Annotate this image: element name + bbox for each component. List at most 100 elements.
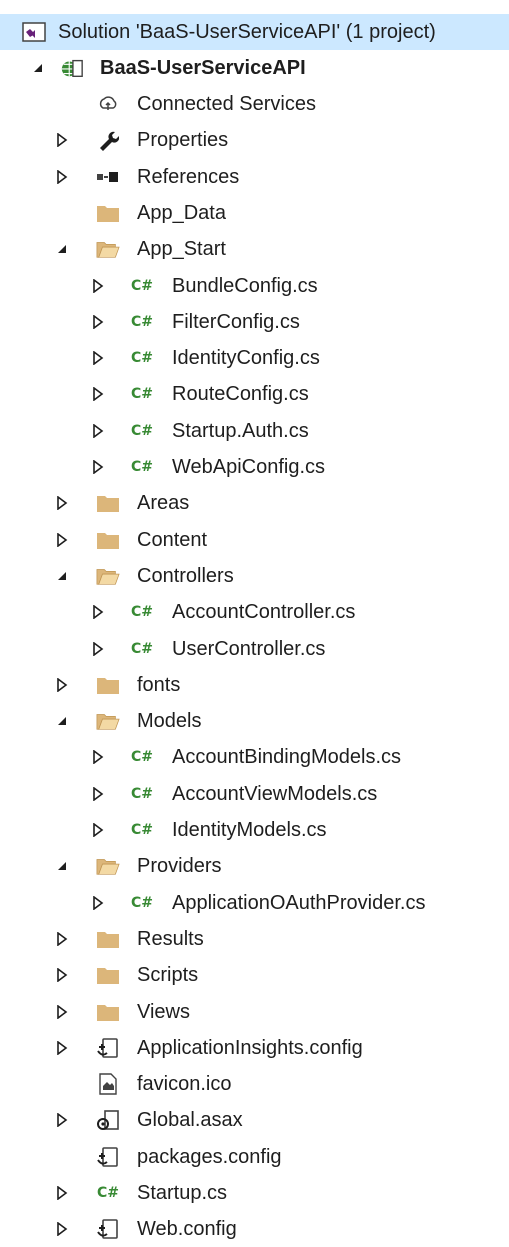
- collapsed-arrow-icon[interactable]: [52, 1030, 72, 1066]
- tree-item[interactable]: C# AccountController.cs: [0, 594, 509, 630]
- tree-item[interactable]: Views: [0, 994, 509, 1030]
- csharp-icon: C#: [130, 277, 153, 294]
- collapsed-arrow-icon[interactable]: [52, 122, 72, 158]
- expanded-arrow-icon[interactable]: [52, 558, 72, 594]
- folder-icon: [96, 928, 120, 950]
- folder-icon: [96, 964, 120, 986]
- csharp-icon: C#: [130, 422, 153, 439]
- tree-item[interactable]: C# IdentityConfig.cs: [0, 340, 509, 376]
- expanded-arrow-icon[interactable]: [52, 231, 72, 267]
- tree-item[interactable]: C# IdentityModels.cs: [0, 812, 509, 848]
- collapsed-arrow-icon[interactable]: [52, 1102, 72, 1138]
- tree-item-label: Views: [137, 1000, 190, 1023]
- tree-item-label: References: [137, 165, 240, 188]
- image-file-icon: [96, 1073, 120, 1095]
- collapsed-arrow-icon[interactable]: [88, 776, 108, 812]
- references-icon: [96, 166, 120, 188]
- tree-item[interactable]: C# AccountBindingModels.cs: [0, 739, 509, 775]
- collapsed-arrow-icon[interactable]: [52, 485, 72, 521]
- tree-item-label: Providers: [137, 855, 222, 878]
- tree-item[interactable]: Scripts: [0, 957, 509, 993]
- tree-item[interactable]: Global.asax: [0, 1102, 509, 1138]
- tree-item-label: App_Start: [137, 238, 226, 261]
- collapsed-arrow-icon[interactable]: [88, 268, 108, 304]
- tree-item-label: AccountViewModels.cs: [172, 782, 378, 805]
- tree-item[interactable]: Web.config: [0, 1211, 509, 1247]
- tree-item[interactable]: Results: [0, 921, 509, 957]
- tree-item[interactable]: C# ApplicationOAuthProvider.cs: [0, 885, 509, 921]
- collapsed-arrow-icon[interactable]: [88, 885, 108, 921]
- collapsed-arrow-icon[interactable]: [88, 594, 108, 630]
- tree-item-label: BundleConfig.cs: [172, 274, 318, 297]
- tree-item[interactable]: C# AccountViewModels.cs: [0, 776, 509, 812]
- tree-item-label: fonts: [137, 673, 181, 696]
- tree-item[interactable]: Areas: [0, 485, 509, 521]
- tree-item-label: UserController.cs: [172, 637, 326, 660]
- tree-item[interactable]: C# WebApiConfig.cs: [0, 449, 509, 485]
- tree-item[interactable]: C# RouteConfig.cs: [0, 376, 509, 412]
- tree-item[interactable]: C# UserController.cs: [0, 631, 509, 667]
- tree-item-label: Areas: [137, 492, 190, 515]
- csharp-icon: C#: [130, 604, 153, 621]
- collapsed-arrow-icon[interactable]: [52, 957, 72, 993]
- tree-item[interactable]: Properties: [0, 122, 509, 158]
- csharp-icon: C#: [130, 350, 153, 367]
- collapsed-arrow-icon[interactable]: [52, 667, 72, 703]
- collapsed-arrow-icon[interactable]: [88, 449, 108, 485]
- collapsed-arrow-icon[interactable]: [88, 340, 108, 376]
- folder-open-icon: [96, 710, 120, 732]
- collapsed-arrow-icon[interactable]: [88, 413, 108, 449]
- tree-item[interactable]: favicon.ico: [0, 1066, 509, 1102]
- tree-item-label: AccountBindingModels.cs: [172, 746, 402, 769]
- collapsed-arrow-icon[interactable]: [88, 631, 108, 667]
- tree-item[interactable]: C# BundleConfig.cs: [0, 268, 509, 304]
- config-icon: [96, 1146, 120, 1168]
- tree-item[interactable]: References: [0, 159, 509, 195]
- collapsed-arrow-icon[interactable]: [88, 304, 108, 340]
- tree-item-label: App_Data: [137, 201, 226, 224]
- tree-item-label: ApplicationOAuthProvider.cs: [172, 891, 426, 914]
- collapsed-arrow-icon[interactable]: [52, 159, 72, 195]
- csharp-icon: C#: [96, 1185, 119, 1201]
- tree-item[interactable]: C# Startup.Auth.cs: [0, 413, 509, 449]
- folder-icon: [96, 1001, 120, 1023]
- collapsed-arrow-icon[interactable]: [52, 921, 72, 957]
- tree-item[interactable]: Controllers: [0, 558, 509, 594]
- tree-item-label: Connected Services: [137, 93, 316, 115]
- config-icon: [96, 1218, 120, 1240]
- tree-item[interactable]: Providers: [0, 848, 509, 884]
- folder-open-icon: [96, 238, 120, 260]
- tree-item[interactable]: Content: [0, 522, 509, 558]
- folder-open-icon: [96, 855, 120, 877]
- tree-item[interactable]: ApplicationInsights.config: [0, 1030, 509, 1066]
- expanded-arrow-icon[interactable]: [52, 848, 72, 884]
- tree-item[interactable]: App_Start: [0, 231, 509, 267]
- collapsed-arrow-icon[interactable]: [88, 739, 108, 775]
- collapsed-arrow-icon[interactable]: [52, 1175, 72, 1211]
- tree-item-label: Global.asax: [137, 1109, 243, 1132]
- tree-item-label: IdentityConfig.cs: [172, 347, 320, 370]
- project-node[interactable]: BaaS-UserServiceAPI: [0, 50, 509, 86]
- tree-item[interactable]: Connected Services: [0, 86, 509, 122]
- csharp-icon: C#: [130, 640, 153, 657]
- tree-item[interactable]: C# Startup.cs: [0, 1175, 509, 1211]
- solution-node[interactable]: Solution 'BaaS-UserServiceAPI' (1 projec…: [0, 14, 509, 50]
- tree-item-label: IdentityModels.cs: [172, 819, 327, 841]
- collapsed-arrow-icon[interactable]: [52, 994, 72, 1030]
- collapsed-arrow-icon[interactable]: [52, 522, 72, 558]
- tree-item[interactable]: fonts: [0, 667, 509, 703]
- tree-item-label: FilterConfig.cs: [172, 310, 300, 333]
- tree-item[interactable]: C# FilterConfig.cs: [0, 304, 509, 340]
- expanded-arrow-icon[interactable]: [52, 703, 72, 739]
- collapsed-arrow-icon[interactable]: [88, 376, 108, 412]
- collapsed-arrow-icon[interactable]: [88, 812, 108, 848]
- csharp-icon: C#: [130, 386, 153, 403]
- expanded-arrow-icon[interactable]: [28, 50, 48, 86]
- tree-item[interactable]: App_Data: [0, 195, 509, 231]
- tree-item-label: WebApiConfig.cs: [172, 456, 326, 478]
- tree-item[interactable]: packages.config: [0, 1139, 509, 1175]
- collapsed-arrow-icon[interactable]: [52, 1211, 72, 1247]
- csharp-icon: C#: [130, 785, 153, 802]
- wrench-icon: [96, 129, 120, 152]
- tree-item[interactable]: Models: [0, 703, 509, 739]
